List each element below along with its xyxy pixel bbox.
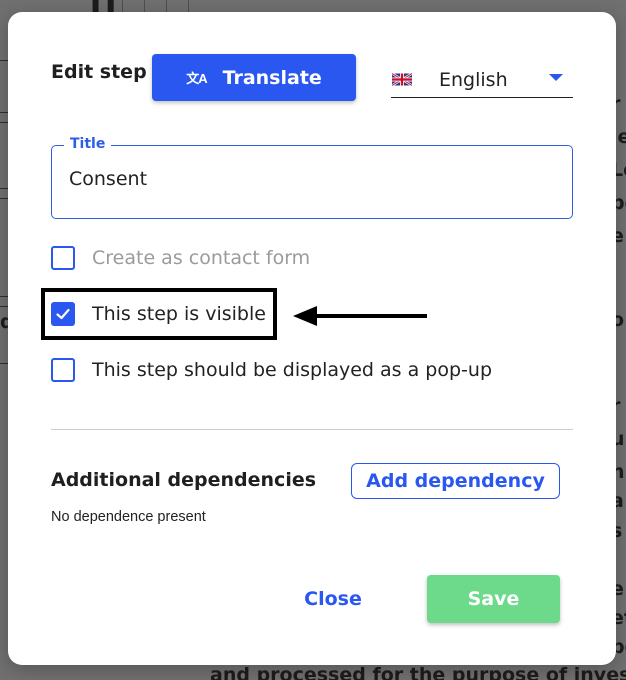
step-visible-checkbox-label: This step is visible	[92, 303, 266, 325]
add-dependency-button[interactable]: Add dependency	[351, 463, 560, 499]
checkmark-icon	[56, 308, 70, 320]
translate-button-label: Translate	[222, 66, 322, 89]
title-field: Title	[51, 136, 573, 219]
language-select-value: English	[439, 68, 508, 91]
title-input[interactable]	[69, 168, 549, 190]
popup-checkbox[interactable]	[51, 358, 75, 382]
background-text: and processed for the purpose of investi…	[210, 664, 626, 680]
contact-form-checkbox[interactable]	[51, 246, 75, 270]
section-divider	[51, 429, 573, 430]
translate-button[interactable]: 文A Translate	[152, 54, 356, 101]
popup-checkbox-row[interactable]: This step should be displayed as a pop-u…	[51, 358, 492, 382]
dependencies-empty-text: No dependence present	[51, 509, 206, 525]
contact-form-checkbox-row[interactable]: Create as contact form	[51, 246, 310, 270]
step-visible-checkbox-row[interactable]: This step is visible	[51, 302, 266, 326]
uk-flag-icon	[392, 73, 412, 86]
dependencies-heading: Additional dependencies	[51, 469, 317, 491]
language-select[interactable]: English	[391, 62, 573, 98]
title-field-label: Title	[64, 136, 112, 152]
step-visible-checkbox[interactable]	[51, 302, 75, 326]
annotation-arrow-icon	[293, 306, 427, 326]
save-button[interactable]: Save	[427, 575, 560, 623]
popup-checkbox-label: This step should be displayed as a pop-u…	[92, 359, 493, 381]
close-button[interactable]: Close	[293, 581, 373, 617]
edit-step-dialog: Edit step 文A Translate English Title Cre…	[8, 12, 616, 665]
dialog-title: Edit step	[51, 61, 147, 83]
translate-icon: 文A	[186, 71, 207, 86]
contact-form-checkbox-label: Create as contact form	[92, 247, 311, 269]
caret-down-icon	[549, 74, 563, 81]
